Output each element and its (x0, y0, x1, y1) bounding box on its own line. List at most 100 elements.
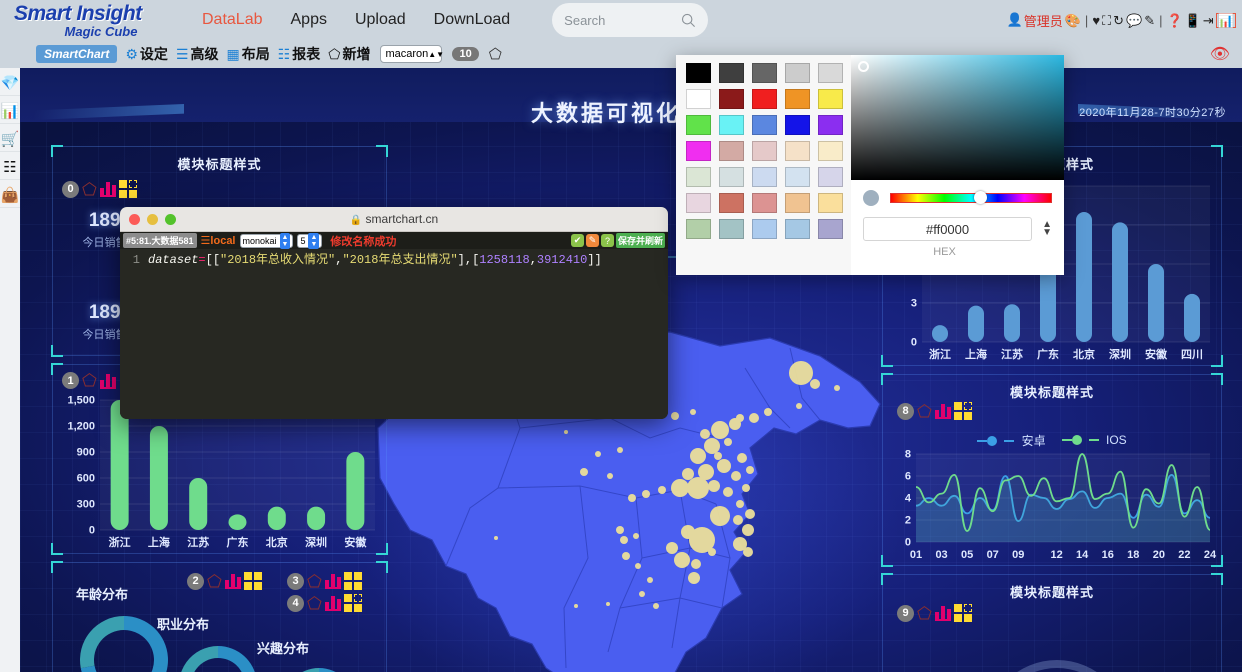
bar[interactable] (267, 506, 286, 530)
fullscreen-icon[interactable]: ⛶ (1102, 14, 1111, 27)
color-swatch-5-4[interactable] (818, 193, 843, 213)
legend-item-ios[interactable]: IOS (1061, 432, 1127, 449)
brand-logo[interactable]: Smart Insight Magic Cube (0, 3, 188, 38)
bar[interactable] (307, 506, 326, 530)
panel-0-id-badge[interactable]: 0 (62, 180, 79, 198)
grid-icon[interactable] (118, 180, 137, 198)
color-swatch-6-1[interactable] (719, 219, 744, 239)
panel-3-id-badge[interactable]: 3 (287, 572, 304, 590)
panel-4-donut-chart[interactable] (280, 666, 358, 672)
hex-format-stepper[interactable]: ▲ ▼ (1042, 220, 1052, 238)
color-swatch-1-4[interactable] (818, 89, 843, 109)
color-swatch-2-1[interactable] (719, 115, 744, 135)
color-swatch-4-4[interactable] (818, 167, 843, 187)
bar[interactable] (228, 514, 247, 530)
panel-8[interactable]: 模块标题样式 8 ⬠ 安卓 IOS 0 2 4 6 8 01 03 05 07 09 12 14 16 1… (881, 373, 1223, 567)
rail-item-chart[interactable]: 📊 (0, 98, 20, 124)
color-swatch-4-2[interactable] (752, 167, 777, 187)
dataset-chip[interactable]: #5:81.大数据581 (123, 233, 197, 248)
grid-icon[interactable] (343, 572, 362, 590)
color-swatch-4-3[interactable] (785, 167, 810, 187)
rail-item-cart[interactable]: 🛒 (0, 126, 20, 152)
color-swatch-6-0[interactable] (686, 219, 711, 239)
color-swatch-1-0[interactable] (686, 89, 711, 109)
donut-slice-1[interactable] (179, 646, 218, 672)
nav-datalab[interactable]: DataLab (202, 11, 263, 29)
user-icon[interactable]: 👤 管理员 (1007, 11, 1063, 30)
eye-icon[interactable]: 👁 (1210, 44, 1230, 64)
panel-9-id-badge[interactable]: 9 (897, 604, 914, 622)
panel-8-line-chart[interactable]: 0246801 03 05 07 09 12 14 16 18 20 22 24 (882, 448, 1222, 564)
bar[interactable] (968, 305, 984, 342)
nav-download[interactable]: DownLoad (434, 11, 511, 29)
bar-chart-icon[interactable] (99, 181, 116, 197)
cube-icon[interactable]: ⬠ (82, 181, 97, 198)
toolbar-add[interactable]: ⬠ 新增 (324, 44, 370, 64)
nav-upload[interactable]: Upload (355, 11, 406, 29)
cube-icon[interactable]: ⬠ (82, 372, 97, 389)
panel-9[interactable]: 模块标题样式 9 ⬠ (881, 573, 1223, 672)
toolbar-layout[interactable]: ▦ 布局 (222, 44, 269, 64)
panel-4-id-badge[interactable]: 4 (287, 594, 304, 612)
bar-chart-icon[interactable] (934, 403, 951, 419)
bar[interactable] (1004, 304, 1020, 342)
color-swatch-0-1[interactable] (719, 63, 744, 83)
color-swatch-3-4[interactable] (818, 141, 843, 161)
save-refresh-button[interactable]: 保存并刷新 (615, 233, 665, 248)
color-swatch-6-2[interactable] (752, 219, 777, 239)
panel-2[interactable]: 2 ⬠ 3 ⬠ 4 ⬠ 年龄分布 职业分布 兴趣分布 (51, 561, 388, 672)
local-label[interactable]: ☰local (201, 234, 236, 247)
hex-input[interactable]: #ff0000 (863, 217, 1033, 241)
check-icon[interactable]: ✔ (570, 234, 584, 247)
panel-2-id-badge[interactable]: 2 (187, 572, 204, 590)
rail-item-gem[interactable]: 💎 (0, 70, 20, 96)
color-swatch-4-1[interactable] (719, 167, 744, 187)
color-swatch-0-4[interactable] (818, 63, 843, 83)
palette-icon[interactable]: 🎨 (1065, 14, 1081, 27)
bar-chart-icon[interactable] (324, 573, 341, 589)
grid-icon[interactable] (343, 594, 362, 612)
help-icon[interactable]: ❓ (1167, 14, 1183, 27)
grid-icon[interactable] (953, 604, 972, 622)
bar[interactable] (1148, 264, 1164, 342)
bar[interactable] (932, 325, 948, 342)
chart-logo-icon[interactable]: 📊 (1215, 12, 1236, 28)
refresh-icon[interactable]: ↻ (1113, 14, 1124, 27)
color-swatch-1-1[interactable] (719, 89, 744, 109)
color-swatch-3-3[interactable] (785, 141, 810, 161)
editor-code-area[interactable]: 1 dataset=[["2018年总收入情况", "2018年总支出情况"],[… (120, 249, 668, 419)
cube-icon[interactable]: ⬠ (917, 605, 932, 622)
toolbar-settings[interactable]: ⚙ 设定 (121, 44, 168, 64)
grid-icon[interactable] (243, 572, 262, 590)
bar-chart-icon[interactable] (224, 573, 241, 589)
hue-slider-knob[interactable] (974, 191, 988, 204)
color-swatch-3-0[interactable] (686, 141, 711, 161)
bar[interactable] (110, 400, 129, 530)
toolbar-advanced[interactable]: ☰ 高级 (172, 44, 219, 64)
color-swatch-0-2[interactable] (752, 63, 777, 83)
edit-icon[interactable]: ✎ (1144, 14, 1155, 27)
bar-chart-icon[interactable] (934, 605, 951, 621)
nav-apps[interactable]: Apps (291, 11, 327, 29)
panel-9-radial-chart[interactable] (992, 640, 1122, 672)
panel-8-id-badge[interactable]: 8 (897, 402, 914, 420)
cube-icon[interactable]: ⬠ (917, 403, 932, 420)
logout-icon[interactable]: ⇥ (1203, 14, 1214, 27)
color-swatch-5-1[interactable] (719, 193, 744, 213)
editor-theme-select[interactable]: monokai ▲ ▼ (239, 232, 294, 249)
search-box[interactable]: Search (552, 3, 709, 37)
hue-slider[interactable] (890, 191, 1052, 204)
saturation-knob[interactable] (858, 61, 869, 72)
color-swatch-5-2[interactable] (752, 193, 777, 213)
chat-icon[interactable]: 💬 (1126, 14, 1142, 27)
color-swatch-0-3[interactable] (785, 63, 810, 83)
color-swatch-5-0[interactable] (686, 193, 711, 213)
legend-item-android[interactable]: 安卓 (977, 432, 1046, 449)
search-input[interactable]: Search (564, 13, 605, 28)
bar-chart-icon[interactable] (324, 595, 341, 611)
panel-1-id-badge[interactable]: 1 (62, 372, 79, 389)
editor-titlebar[interactable]: 🔒 smartchart.cn (120, 207, 668, 232)
color-swatch-5-3[interactable] (785, 193, 810, 213)
color-swatch-2-2[interactable] (752, 115, 777, 135)
color-picker-panel[interactable]: #ff0000 ▲ ▼ HEX (676, 55, 1064, 275)
